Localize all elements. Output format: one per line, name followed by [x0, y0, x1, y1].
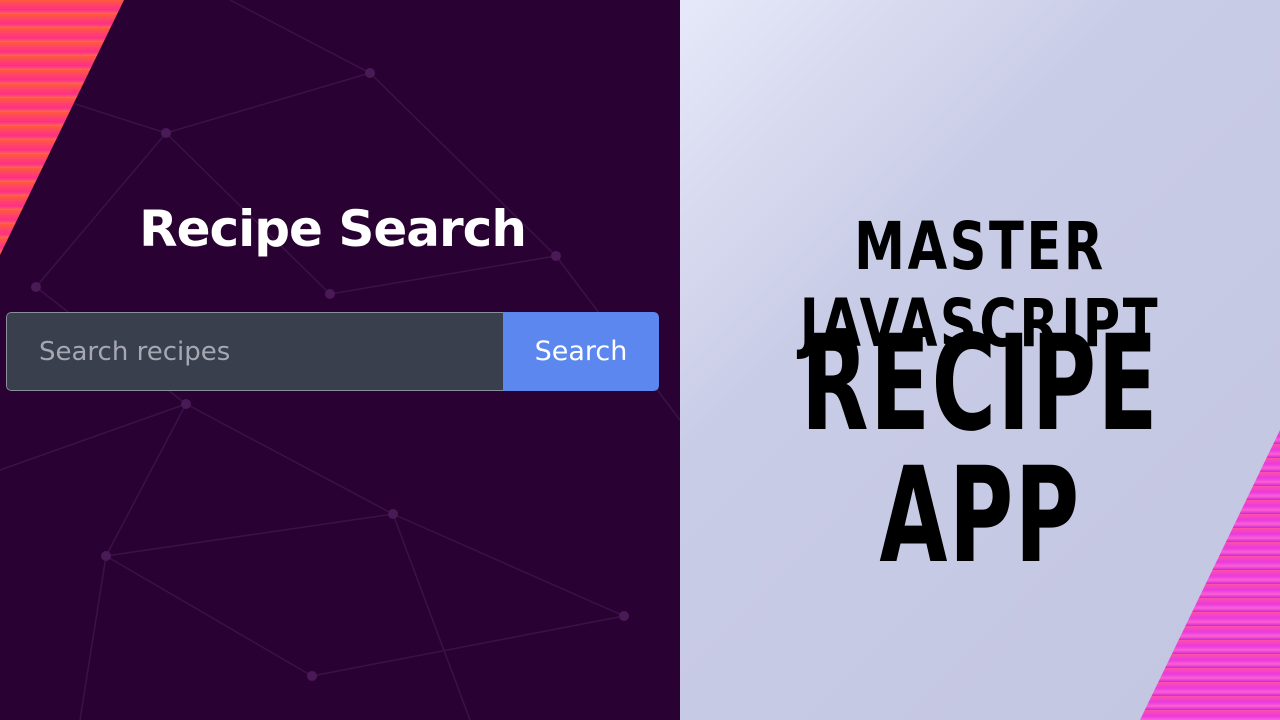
banner-heading-line2: RECIPE APP [800, 307, 1160, 593]
app-preview-panel: Recipe Search Search [0, 0, 680, 720]
search-button[interactable]: Search [503, 312, 659, 391]
banner-panel: MASTER JAVASCRIPT RECIPE APP [680, 0, 1280, 720]
search-input[interactable] [6, 312, 503, 391]
search-form: Search [6, 312, 659, 391]
app-title: Recipe Search [139, 200, 527, 258]
